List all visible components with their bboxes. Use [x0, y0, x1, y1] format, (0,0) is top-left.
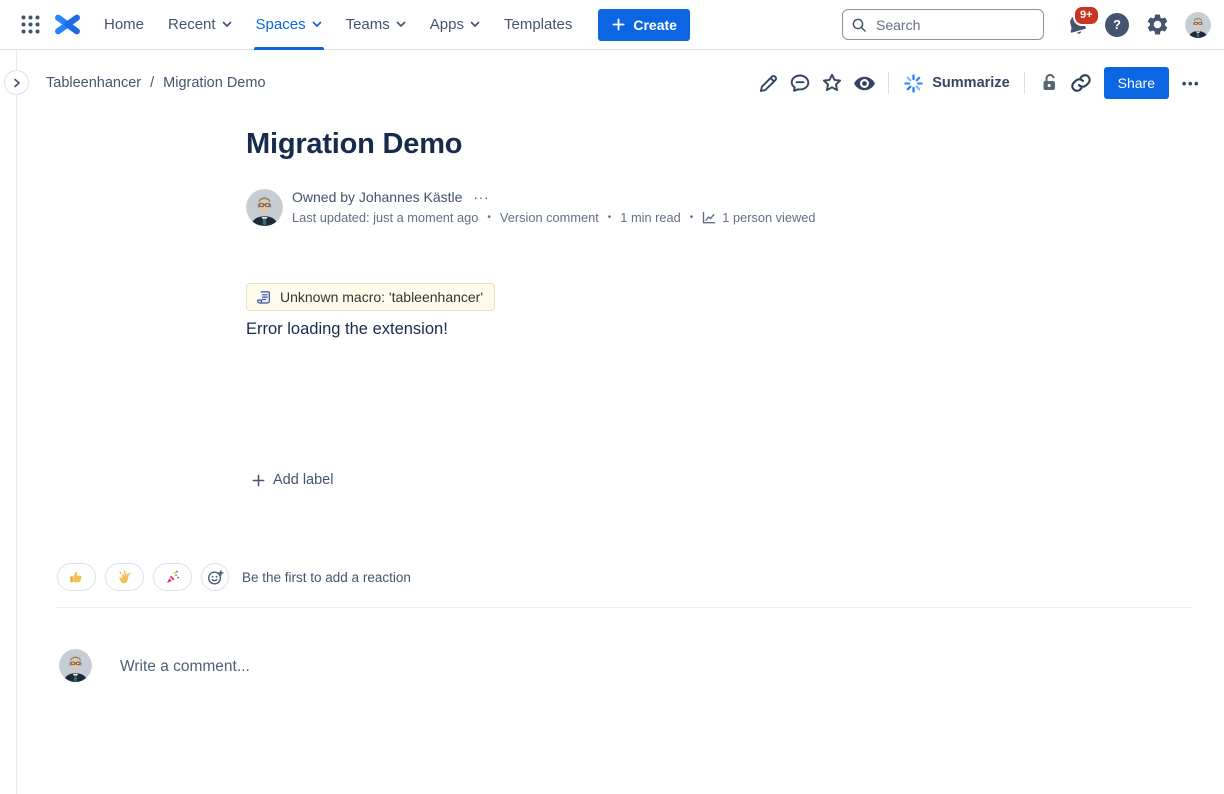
star-icon: [820, 71, 844, 95]
comment-input[interactable]: Write a comment...: [120, 658, 250, 676]
summarize-button[interactable]: Summarize: [897, 67, 1015, 99]
ellipsis-icon: ···: [473, 190, 489, 205]
eye-icon: [852, 71, 877, 96]
owner-more-button[interactable]: ···: [471, 190, 491, 205]
unlock-icon: [1037, 71, 1061, 95]
reactions-bar: Be the first to add a reaction: [57, 563, 411, 591]
settings-button[interactable]: [1144, 12, 1170, 38]
byline-meta-row: Last updated: just a moment ago • Versio…: [292, 210, 815, 225]
user-avatar: [246, 189, 283, 226]
nav-item-home[interactable]: Home: [92, 0, 156, 50]
chevron-down-icon: [312, 21, 322, 28]
question-mark-icon: ?: [1113, 17, 1121, 32]
favourite-button[interactable]: [816, 67, 848, 99]
comment-bubble-icon: [788, 71, 812, 95]
read-time-text: 1 min read: [620, 210, 680, 225]
breadcrumb-space[interactable]: Tableenhancer: [46, 75, 141, 91]
chevron-right-icon: [13, 78, 21, 88]
toolbar-divider: [888, 72, 889, 94]
add-label-text: Add label: [273, 472, 333, 488]
nav-item-templates[interactable]: Templates: [492, 0, 584, 50]
byline-owner-row: Owned by Johannes Kästle ···: [292, 189, 491, 205]
confluence-logo-icon: [54, 13, 81, 36]
search-input[interactable]: [874, 16, 1035, 34]
reaction-party-button[interactable]: [153, 563, 192, 591]
edit-button[interactable]: [752, 67, 784, 99]
notification-badge: 9+: [1073, 5, 1100, 26]
reaction-thumbs-up-button[interactable]: [57, 563, 96, 591]
user-avatar: [59, 649, 92, 682]
last-updated-text[interactable]: Last updated: just a moment ago: [292, 210, 478, 225]
nav-item-recent[interactable]: Recent: [156, 0, 244, 50]
toolbar-divider: [1024, 72, 1025, 94]
plus-icon: [251, 473, 266, 488]
nav-item-spaces[interactable]: Spaces: [244, 0, 334, 50]
clapping-hands-emoji-icon: [117, 570, 132, 585]
macro-warning-text: Unknown macro: 'tableenhancer': [280, 289, 483, 305]
dot-separator: •: [690, 212, 694, 223]
app-switcher-button[interactable]: [14, 9, 46, 41]
search-icon: [851, 17, 867, 33]
version-comment-text: Version comment: [500, 210, 599, 225]
nav-item-apps[interactable]: Apps: [418, 0, 492, 50]
macro-scroll-icon: [255, 289, 272, 306]
owned-by-text[interactable]: Owned by Johannes Kästle: [292, 189, 462, 205]
link-icon: [1069, 71, 1093, 95]
search-box: [842, 9, 1044, 40]
sidebar-rail: [16, 50, 17, 794]
extension-error-text: Error loading the extension!: [246, 320, 448, 339]
nav-item-teams[interactable]: Teams: [334, 0, 418, 50]
expand-sidebar-button[interactable]: [4, 70, 29, 95]
add-label-button[interactable]: Add label: [247, 470, 337, 490]
reaction-prompt-text: Be the first to add a reaction: [242, 570, 411, 585]
thumbs-up-emoji-icon: [69, 570, 84, 585]
dot-separator: •: [487, 212, 491, 223]
plus-icon: [611, 17, 626, 32]
content-divider: [57, 607, 1193, 608]
help-button[interactable]: ?: [1105, 13, 1129, 37]
breadcrumb: Tableenhancer / Migration Demo: [46, 67, 266, 99]
restrictions-button[interactable]: [1033, 67, 1065, 99]
page-title: Migration Demo: [246, 128, 462, 161]
pencil-icon: [756, 71, 780, 95]
top-navigation-bar: Home Recent Spaces Teams Apps Templates …: [0, 0, 1224, 50]
copy-link-button[interactable]: [1065, 67, 1097, 99]
unknown-macro-placeholder[interactable]: Unknown macro: 'tableenhancer': [246, 283, 495, 311]
reaction-clap-button[interactable]: [105, 563, 144, 591]
commenter-avatar: [59, 649, 92, 682]
user-avatar: [1185, 12, 1211, 38]
owner-avatar[interactable]: [246, 189, 283, 226]
comments-button[interactable]: [784, 67, 816, 99]
page-actions-toolbar: Summarize Share •••: [752, 66, 1208, 100]
summarize-label: Summarize: [932, 75, 1009, 91]
gear-icon: [1145, 12, 1170, 37]
primary-nav: Home Recent Spaces Teams Apps Templates: [92, 0, 584, 50]
create-button[interactable]: Create: [598, 9, 690, 41]
chevron-down-icon: [470, 21, 480, 28]
breadcrumb-separator: /: [150, 75, 154, 91]
add-reaction-smiley-icon: [207, 569, 224, 586]
chevron-down-icon: [222, 21, 232, 28]
confluence-logo[interactable]: [52, 9, 82, 41]
ellipsis-icon: •••: [1182, 76, 1200, 91]
notifications-button[interactable]: 9+: [1064, 12, 1090, 38]
share-button[interactable]: Share: [1104, 67, 1169, 99]
app-grid-icon: [20, 14, 41, 35]
analytics-viewed[interactable]: 1 person viewed: [702, 210, 815, 225]
dot-separator: •: [608, 212, 612, 223]
ai-sparkle-icon: [903, 73, 924, 94]
party-popper-emoji-icon: [165, 570, 180, 585]
profile-avatar-button[interactable]: [1185, 12, 1211, 38]
add-reaction-button[interactable]: [201, 563, 229, 591]
watch-button[interactable]: [848, 67, 880, 99]
more-actions-button[interactable]: •••: [1174, 67, 1208, 99]
analytics-chart-icon: [702, 211, 716, 225]
breadcrumb-page[interactable]: Migration Demo: [163, 75, 265, 91]
chevron-down-icon: [396, 21, 406, 28]
viewed-count-text: 1 person viewed: [722, 210, 815, 225]
